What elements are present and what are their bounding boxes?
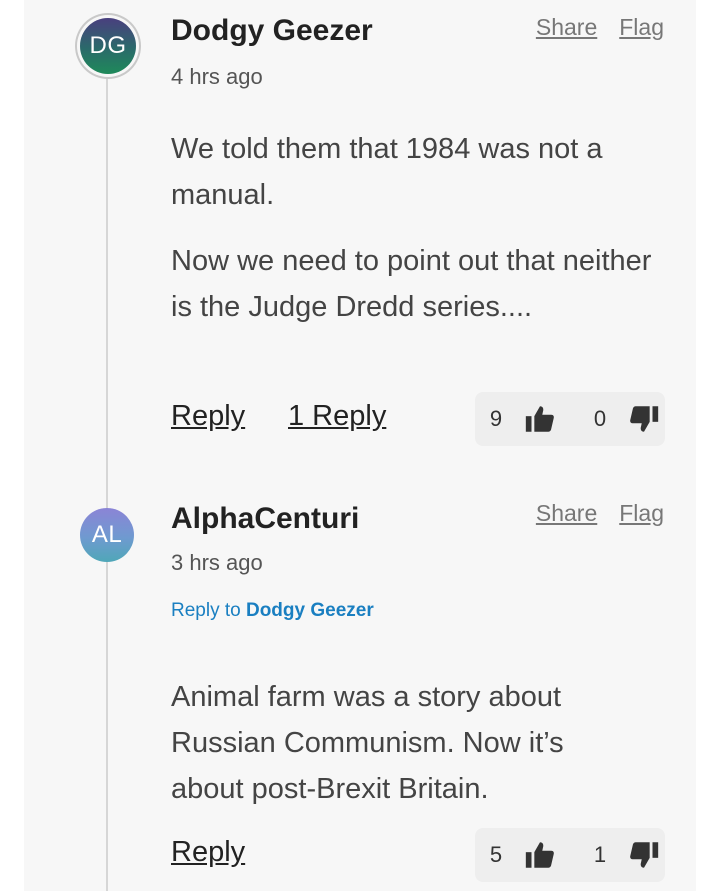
vote-box: 9 0 bbox=[475, 392, 665, 446]
comment-timestamp: 3 hrs ago bbox=[171, 550, 263, 575]
comment-paragraph: We told them that 1984 was not a manual. bbox=[171, 133, 603, 211]
upvote-count: 9 bbox=[489, 406, 503, 431]
upvote-count: 5 bbox=[489, 842, 503, 867]
comment-author[interactable]: AlphaCenturi bbox=[171, 502, 359, 536]
avatar[interactable]: AL bbox=[80, 508, 134, 562]
comment-actions-top: Share Flag bbox=[514, 500, 664, 527]
vote-box: 5 1 bbox=[475, 828, 665, 882]
flag-link[interactable]: Flag bbox=[619, 14, 664, 40]
share-link[interactable]: Share bbox=[536, 14, 597, 40]
flag-link[interactable]: Flag bbox=[619, 500, 664, 526]
thumbs-down-icon[interactable] bbox=[627, 838, 661, 872]
comment-timestamp: 4 hrs ago bbox=[171, 64, 263, 89]
comment-paragraph: Now we need to point out that neither is… bbox=[171, 245, 652, 323]
reply-button[interactable]: Reply bbox=[171, 400, 245, 433]
downvote-count: 0 bbox=[593, 406, 607, 431]
thumbs-up-icon[interactable] bbox=[523, 402, 557, 436]
reply-to-prefix: Reply to bbox=[171, 600, 241, 621]
comment-actions-top: Share Flag bbox=[514, 14, 664, 41]
thumbs-up-icon[interactable] bbox=[523, 838, 557, 872]
comment-author[interactable]: Dodgy Geezer bbox=[171, 14, 373, 48]
avatar[interactable]: DG bbox=[80, 18, 136, 74]
comment-body: Animal farm was a story about Russian Co… bbox=[171, 674, 641, 832]
share-link[interactable]: Share bbox=[536, 500, 597, 526]
comment-paragraph: Animal farm was a story about Russian Co… bbox=[171, 681, 564, 805]
reply-to-author-link[interactable]: Dodgy Geezer bbox=[246, 600, 374, 621]
downvote-count: 1 bbox=[593, 842, 607, 867]
view-replies-button[interactable]: 1 Reply bbox=[288, 400, 386, 433]
comment-body: We told them that 1984 was not a manual.… bbox=[171, 126, 671, 350]
reply-button[interactable]: Reply bbox=[171, 836, 245, 869]
thumbs-down-icon[interactable] bbox=[627, 402, 661, 436]
reply-to-label: Reply to Dodgy Geezer bbox=[171, 600, 374, 622]
thread-line bbox=[106, 78, 108, 891]
